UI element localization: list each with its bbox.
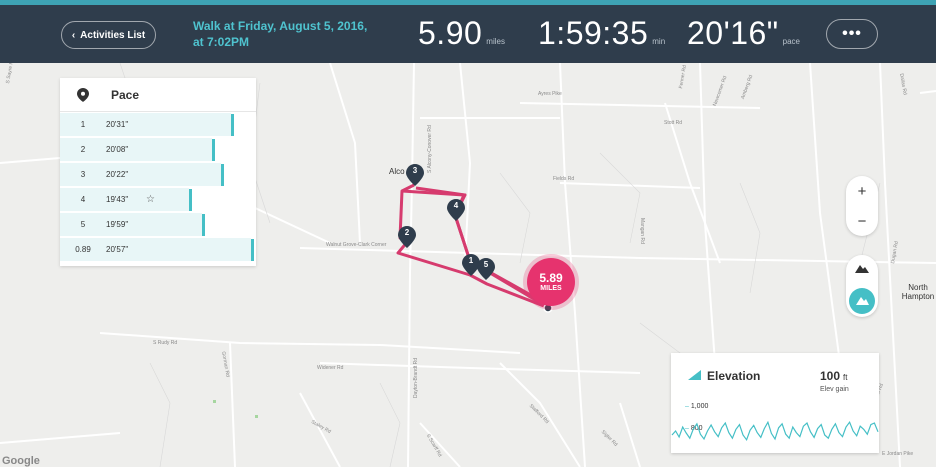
activity-title: Walk at Friday, August 5, 2016, at 7:02P… — [193, 18, 383, 50]
route-marker-4[interactable]: 4 — [447, 199, 465, 221]
pace-split-row[interactable]: 5 19'59" — [60, 212, 256, 237]
pace-panel-header: Pace — [60, 78, 256, 112]
pace-split-mile: 5 — [80, 220, 86, 229]
road-label: S Rudy Rd — [153, 340, 178, 346]
activity-title-line1: Walk at Friday, August 5, 2016, — [193, 19, 368, 33]
location-pin-icon — [77, 87, 89, 102]
marker-number: 2 — [404, 228, 410, 237]
zoom-control: + − — [846, 176, 878, 236]
duration-stat: 1:59:35 min — [538, 15, 665, 52]
pace-unit: pace — [782, 37, 801, 46]
pace-split-bar — [188, 189, 192, 211]
more-dots-icon: ••• — [842, 25, 862, 42]
place-label-alco: Alco — [389, 167, 405, 176]
pace-split-mile: 3 — [80, 170, 86, 179]
elevation-toggle-button[interactable] — [849, 288, 875, 314]
pace-split-bar — [220, 164, 224, 186]
road-label: Ayres Pike — [538, 91, 562, 97]
road-label: Fields Rd — [553, 176, 575, 182]
pace-split-time: 19'43" — [106, 195, 129, 204]
pace-split-bar — [251, 239, 254, 261]
pace-stat: 20'16" pace — [687, 15, 800, 52]
zoom-in-button[interactable]: + — [846, 176, 878, 206]
road-label: Dayton-Brandt Rd — [413, 357, 419, 398]
marker-number: 3 — [412, 166, 418, 175]
elevation-gain-unit: ft — [843, 373, 848, 382]
zoom-out-button[interactable]: − — [846, 206, 878, 236]
duration-value: 1:59:35 — [538, 15, 649, 51]
route-total-unit: MILES — [540, 285, 562, 292]
pace-split-bar — [201, 214, 205, 236]
route-marker-2[interactable]: 2 — [398, 226, 416, 248]
marker-number: 4 — [453, 201, 459, 210]
pace-split-time: 20'57" — [106, 245, 129, 254]
chevron-left-icon: ‹ — [71, 29, 76, 41]
elevation-gain-label: Elev gain — [820, 386, 849, 393]
pace-split-row[interactable]: 3 20'22" — [60, 162, 256, 187]
road-label: E Jordan Pike — [882, 451, 914, 457]
pace-split-bar — [230, 114, 234, 136]
road-label: Widener Rd — [317, 365, 344, 371]
road-label: S Alcony-Conover Rd — [427, 125, 433, 173]
pace-panel-title: Pace — [111, 87, 140, 102]
fastest-split-star-icon: ☆ — [146, 194, 155, 205]
activity-header: ‹ Activities List Walk at Friday, August… — [0, 5, 936, 63]
pace-split-list: 1 20'31" 2 20'08" 3 20'22" 4 19'43" ☆ 5 19'59" 0.89… — [60, 112, 256, 262]
pace-split-mile: 1 — [80, 120, 86, 129]
road-label: Walnut Grove-Clark Corner — [326, 242, 387, 248]
elevation-chart-icon — [688, 370, 701, 380]
place-label-north-hampton: North Hampton — [901, 283, 935, 301]
road-label: Mangan Rd — [639, 218, 645, 244]
pace-split-bar — [211, 139, 215, 161]
elevation-profile-chart — [671, 420, 879, 442]
activities-list-button[interactable]: ‹ Activities List — [61, 21, 156, 49]
route-marker-3[interactable]: 3 — [406, 164, 424, 186]
pace-split-mile: 2 — [80, 145, 86, 154]
pace-split-row[interactable]: 1 20'31" — [60, 112, 256, 137]
pace-value: 20'16" — [687, 15, 779, 51]
elevation-gain-value: 100 ft — [820, 369, 847, 383]
pace-split-mile: 0.89 — [75, 245, 91, 254]
more-options-button[interactable]: ••• — [826, 19, 878, 49]
duration-unit: min — [652, 37, 666, 46]
pace-split-time: 20'08" — [106, 145, 129, 154]
pace-split-time: 20'22" — [106, 170, 129, 179]
activities-list-label: Activities List — [80, 29, 146, 41]
route-marker-5[interactable]: 5 — [477, 258, 495, 280]
road-label: Stott Rd — [664, 120, 683, 126]
elevation-tick-1000: – 1,000 — [685, 403, 709, 410]
distance-value: 5.90 — [418, 15, 483, 51]
pace-split-time: 20'31" — [106, 120, 129, 129]
route-total-badge: 5.89 MILES — [527, 258, 575, 306]
google-attribution: Google — [2, 455, 40, 467]
distance-stat: 5.90 miles — [418, 15, 505, 52]
distance-unit: miles — [486, 37, 505, 46]
elevation-gain-number: 100 — [820, 369, 841, 383]
elevation-profile-line — [671, 420, 879, 442]
pace-split-time: 19'59" — [106, 220, 129, 229]
route-total-value: 5.89 — [539, 271, 563, 285]
pace-split-mile: 4 — [80, 195, 86, 204]
pace-split-row[interactable]: 4 19'43" ☆ — [60, 187, 256, 212]
activity-title-line2: at 7:02PM — [193, 35, 250, 49]
map-mode-control — [846, 255, 878, 317]
marker-number: 5 — [483, 260, 489, 269]
elevation-title: Elevation — [707, 369, 761, 383]
elevation-panel: Elevation 100 ft Elev gain – 1,000 – 800 — [671, 353, 879, 453]
pace-split-row[interactable]: 0.89 20'57" — [60, 237, 256, 262]
terrain-mountain-icon[interactable] — [855, 263, 869, 273]
pace-panel: Pace 1 20'31" 2 20'08" 3 20'22" 4 19'43" ☆ 5 19'59… — [60, 78, 256, 266]
elevation-mountain-icon — [856, 297, 869, 305]
pace-split-row[interactable]: 2 20'08" — [60, 137, 256, 162]
